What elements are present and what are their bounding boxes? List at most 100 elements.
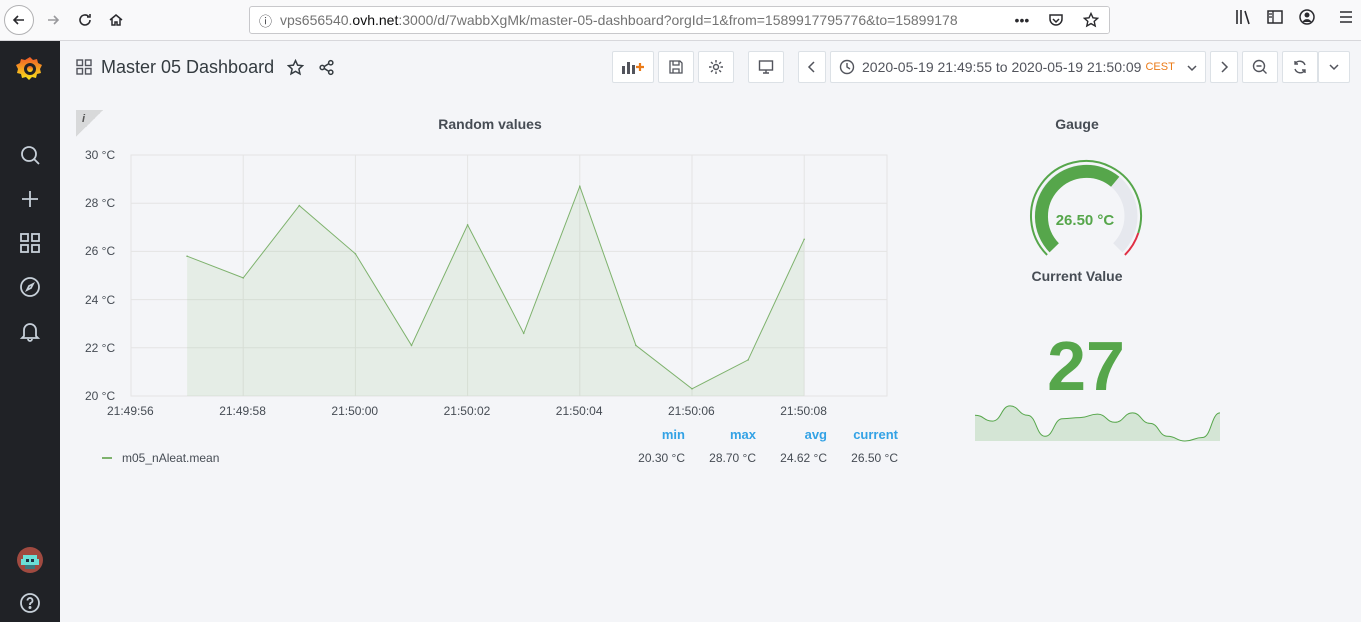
- legend-header-current[interactable]: current: [830, 427, 898, 442]
- time-shift-back-button[interactable]: [798, 51, 826, 83]
- bookmark-star-icon[interactable]: [1083, 12, 1100, 28]
- legend-value-avg: 24.62 °C: [780, 451, 827, 465]
- gauge-panel-title[interactable]: Gauge: [977, 116, 1177, 132]
- gauge-fill: [1035, 164, 1120, 253]
- explore-nav[interactable]: [0, 272, 60, 302]
- pocket-icon[interactable]: [1048, 12, 1064, 28]
- help-icon: [20, 593, 40, 613]
- legend-value-max: 28.70 °C: [709, 451, 756, 465]
- home-icon: [109, 14, 123, 26]
- refresh-icon: [1294, 60, 1306, 74]
- data-point: [803, 238, 805, 241]
- panel-info-corner[interactable]: i: [76, 110, 103, 137]
- zoom-out-button[interactable]: [1242, 51, 1278, 83]
- library-icon[interactable]: [1234, 8, 1252, 26]
- home-button[interactable]: [101, 5, 131, 35]
- x-tick-label: 21:50:02: [443, 404, 491, 418]
- grafana-logo-icon: [16, 57, 42, 80]
- x-tick-label: 21:50:06: [668, 404, 715, 418]
- x-tick-label: 21:49:56: [107, 404, 154, 418]
- search-nav[interactable]: [0, 140, 60, 170]
- url-bar[interactable]: ⓘ vps656540. ovh.net:3000/d/7wabbXgMk/mas…: [249, 6, 1110, 34]
- x-tick-label: 21:49:58: [219, 404, 266, 418]
- data-point: [579, 185, 581, 188]
- y-tick-label: 24 °C: [85, 292, 116, 307]
- dashboard-title[interactable]: Master 05 Dashboard: [101, 57, 274, 78]
- forward-button[interactable]: [38, 5, 68, 35]
- star-icon[interactable]: [287, 59, 304, 76]
- help-nav[interactable]: [0, 588, 60, 618]
- y-tick-label: 22 °C: [85, 340, 116, 355]
- create-nav[interactable]: [0, 184, 60, 214]
- sparkline-line: [974, 405, 1221, 442]
- dashboard-settings-button[interactable]: [698, 51, 734, 83]
- dashboards-nav[interactable]: [0, 228, 60, 258]
- data-point: [691, 388, 693, 390]
- bell-icon: [19, 323, 41, 342]
- clock-icon: [839, 59, 855, 75]
- info-icon: i: [82, 113, 86, 125]
- gauge-track: [1034, 164, 1138, 253]
- data-point: [522, 332, 525, 335]
- view-mode-button[interactable]: [748, 51, 784, 83]
- legend-value-min: 20.30 °C: [638, 451, 685, 465]
- data-point: [635, 344, 637, 347]
- add-panel-icon: [622, 62, 644, 74]
- time-shift-forward-button[interactable]: [1210, 51, 1238, 83]
- grafana-logo[interactable]: [0, 54, 60, 84]
- y-tick-label: 26 °C: [85, 244, 116, 259]
- y-tick-label: 30 °C: [85, 148, 116, 162]
- back-button[interactable]: [4, 5, 34, 35]
- plus-icon: [22, 191, 38, 207]
- share-icon[interactable]: [318, 59, 335, 76]
- sparkline-area: [975, 405, 1220, 441]
- url-host: ovh.net: [352, 12, 399, 28]
- legend-series-name[interactable]: m05_nAleat.mean: [122, 451, 219, 465]
- chevron-left-icon: [807, 61, 815, 73]
- page-info-icon[interactable]: ⓘ: [259, 11, 272, 30]
- zoom-out-icon: [1252, 59, 1267, 74]
- arrow-right-icon: [48, 15, 60, 25]
- gauge-threshold-red: [1124, 232, 1140, 256]
- dashboards-grid-icon: [20, 233, 40, 253]
- reload-button[interactable]: [70, 5, 100, 35]
- url-prefix: vps656540.: [280, 12, 353, 28]
- y-tick-label: 28 °C: [85, 196, 116, 211]
- time-range-picker[interactable]: 2020-05-19 21:49:55 to 2020-05-19 21:50:…: [830, 51, 1206, 83]
- avatar-icon: [17, 547, 43, 573]
- data-point: [466, 224, 469, 226]
- gear-icon: [709, 60, 723, 74]
- x-tick-label: 21:50:08: [780, 404, 827, 418]
- chevron-down-icon: [1187, 65, 1197, 72]
- data-point: [354, 253, 357, 255]
- account-icon[interactable]: [1298, 8, 1316, 26]
- reload-icon: [79, 14, 91, 26]
- data-point: [242, 277, 244, 279]
- gauge-threshold-green: [1029, 160, 1142, 256]
- stat-big-value: 27: [1047, 327, 1125, 405]
- refresh-button[interactable]: [1282, 51, 1318, 83]
- chevron-down-icon: [1329, 64, 1339, 71]
- chevron-right-icon: [1221, 61, 1229, 73]
- browser-toolbar: ⓘ vps656540. ovh.net:3000/d/7wabbXgMk/mas…: [0, 0, 1361, 41]
- sidebar-icon[interactable]: [1266, 8, 1284, 26]
- add-panel-button[interactable]: [612, 51, 654, 83]
- line-chart: [130, 154, 1221, 442]
- user-avatar[interactable]: [0, 545, 60, 575]
- url-path: :3000/d/7wabbXgMk/master-05-dashboard?or…: [398, 12, 958, 28]
- alerting-nav[interactable]: [0, 316, 60, 346]
- legend-header-max[interactable]: max: [690, 427, 756, 442]
- stat-panel-title[interactable]: Current Value: [977, 268, 1177, 284]
- gauge-value: 26.50 °C: [1055, 212, 1115, 229]
- timezone-label: CEST: [1145, 61, 1175, 73]
- menu-icon[interactable]: [1337, 8, 1355, 26]
- page-actions-icon[interactable]: •••: [1015, 12, 1030, 28]
- grafana-sidemenu: [0, 41, 60, 622]
- refresh-interval-dropdown[interactable]: [1318, 51, 1350, 83]
- save-dashboard-button[interactable]: [658, 51, 694, 83]
- series-area: [187, 186, 805, 396]
- graph-panel-title[interactable]: Random values: [340, 116, 640, 132]
- legend-header-avg[interactable]: avg: [760, 427, 827, 442]
- legend-header-min[interactable]: min: [620, 427, 685, 442]
- data-point: [186, 255, 188, 257]
